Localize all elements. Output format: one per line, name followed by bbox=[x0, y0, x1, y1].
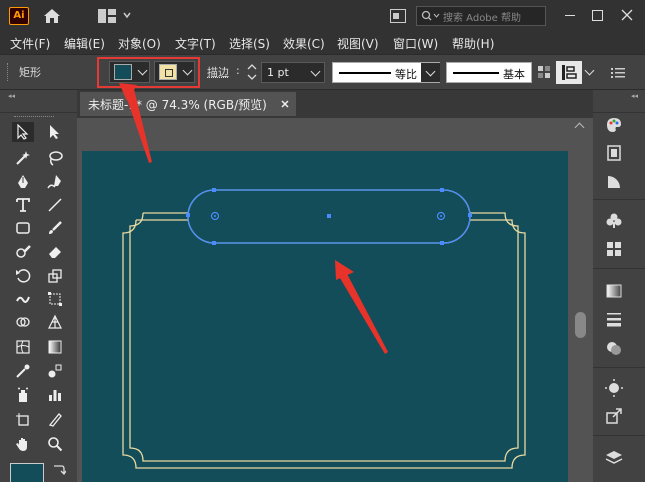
anchor-point bbox=[186, 213, 190, 217]
annotation-arrow bbox=[335, 260, 388, 354]
appearance-icon[interactable] bbox=[601, 377, 627, 399]
symbols-icon[interactable] bbox=[601, 210, 627, 232]
panel-dock-collapse-icon[interactable]: ◂◂ bbox=[631, 92, 638, 100]
center-point bbox=[327, 214, 331, 218]
decorative-frame bbox=[122, 212, 526, 469]
layers-icon[interactable] bbox=[601, 447, 627, 469]
stroke-panel-icon[interactable] bbox=[601, 308, 627, 330]
artwork-canvas[interactable] bbox=[0, 0, 645, 482]
properties-icon[interactable] bbox=[601, 142, 627, 164]
annotation-arrow bbox=[119, 83, 152, 163]
anchor-point bbox=[440, 241, 444, 245]
transparency-icon[interactable] bbox=[601, 337, 627, 359]
anchor-point bbox=[468, 213, 472, 217]
selected-rounded-rectangle bbox=[186, 188, 472, 245]
anchor-point bbox=[440, 188, 444, 192]
gradient-panel-icon[interactable] bbox=[601, 280, 627, 302]
swatches-icon[interactable] bbox=[601, 238, 627, 260]
anchor-point bbox=[212, 241, 216, 245]
anchor-point bbox=[212, 188, 216, 192]
export-icon[interactable] bbox=[601, 405, 627, 427]
color-palette-icon[interactable] bbox=[601, 114, 627, 136]
color-guide-icon[interactable] bbox=[601, 171, 627, 193]
